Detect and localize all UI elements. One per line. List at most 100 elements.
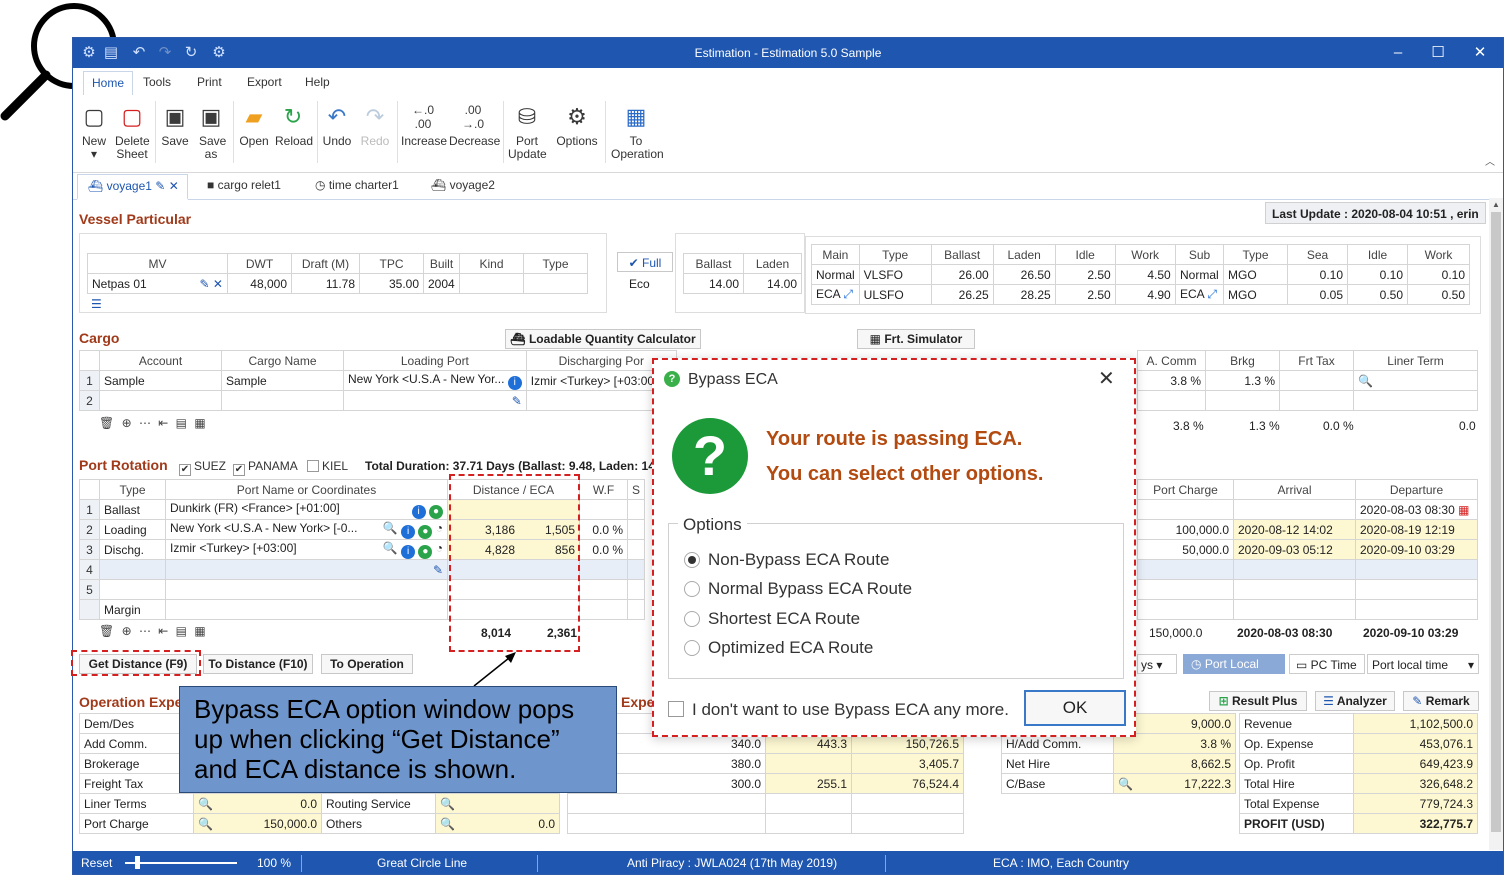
ship-icon: ⛴ xyxy=(88,179,104,193)
anti-piracy-status[interactable]: Anti Piracy : JWLA024 (17th May 2019) xyxy=(627,856,837,870)
result-table: Revenue 1,102,500.0 Op. Expense 453,076.1 … xyxy=(1239,713,1478,834)
speed-unit-select[interactable]: ys ▾ xyxy=(1137,654,1177,674)
frt-simulator-button[interactable]: ▦ Frt. Simulator xyxy=(857,329,975,349)
option-normal-bypass-radio[interactable]: Normal Bypass ECA Route xyxy=(684,579,912,599)
close-tab-icon[interactable]: ✕ xyxy=(169,179,179,193)
open-button[interactable]: ▰ Open xyxy=(237,101,271,148)
ship-icon: ⛴ xyxy=(431,178,447,192)
route-type[interactable]: Great Circle Line xyxy=(377,856,467,870)
zoom-slider-thumb[interactable] xyxy=(135,856,140,869)
to-operation-small-button[interactable]: To Operation xyxy=(321,654,413,674)
info-icon[interactable]: i xyxy=(507,375,522,390)
edit-icon: ✎ xyxy=(155,179,166,193)
suez-checkbox[interactable]: ✔ SUEZ xyxy=(179,459,226,476)
to-operation-button[interactable]: ▦ To Operation xyxy=(609,101,664,161)
result-plus-button[interactable]: ⊞ Result Plus xyxy=(1209,691,1307,711)
vessel-particular-title: Vessel Particular xyxy=(79,211,192,227)
menu-tools[interactable]: Tools xyxy=(143,75,171,89)
vessel-list-icon[interactable]: ☰ xyxy=(91,297,102,311)
option-non-bypass-radio[interactable]: Non-Bypass ECA Route xyxy=(684,550,889,570)
cargo-table: Account Cargo Name Loading Port Discharging… xyxy=(79,350,677,411)
kiel-checkbox[interactable]: KIEL xyxy=(307,459,348,473)
save-button[interactable]: ▣ Save xyxy=(159,101,191,148)
operation-expense-title: Operation Expe xyxy=(79,694,183,710)
cargo-row[interactable]: 2 ✎ xyxy=(79,390,677,411)
increase-decimal-button[interactable]: ←.0.00 Increase xyxy=(401,101,447,148)
tab-voyage1[interactable]: ⛴ voyage1 ✎ ✕ xyxy=(77,174,188,200)
tab-time-charter1[interactable]: ◷ time charter1 xyxy=(315,178,399,192)
vertical-scrollbar[interactable]: ▲ xyxy=(1489,198,1503,850)
redo-button[interactable]: ↷ Redo xyxy=(359,101,391,148)
help-icon: ? xyxy=(664,371,680,387)
undo-icon: ↶ xyxy=(327,104,347,129)
panama-checkbox[interactable]: ✔ PANAMA xyxy=(233,459,298,476)
cargo-icon: ■ xyxy=(207,178,215,192)
calendar-icon: ▦ xyxy=(1458,502,1470,517)
cargo-row[interactable]: 1 Sample Sample New York <U.S.A - New Yor..… xyxy=(79,370,677,391)
ok-button[interactable]: OK xyxy=(1024,690,1126,726)
options-button[interactable]: ⚙ Options xyxy=(555,101,599,148)
cargo-grid-toolbar[interactable]: 🗑 ⊕ ⋯ ⇤ ▤ ▦ xyxy=(99,416,208,430)
vessel-row[interactable]: Netpas 01 ✎ ✕ 48,000 11.78 35.00 2004 xyxy=(87,273,588,294)
dialog-close-icon[interactable]: ✕ xyxy=(1098,366,1115,391)
search-icon[interactable]: 🔍 xyxy=(1353,370,1478,391)
info-icon: i xyxy=(401,524,416,539)
option-optimized-radio[interactable]: Optimized ECA Route xyxy=(684,638,873,658)
menu-export[interactable]: Export xyxy=(247,75,282,89)
map-pin-icon: ● xyxy=(418,524,433,539)
sub-engine-table: Sub Type Sea Idle Work Normal MGO 0.10 0.10 0.10… xyxy=(1175,244,1470,305)
eco-label[interactable]: Eco xyxy=(629,277,650,291)
close-button[interactable]: ✕ xyxy=(1465,42,1495,64)
col-mv: MV xyxy=(87,253,228,274)
to-distance-button[interactable]: To Distance (F10) xyxy=(203,654,313,674)
option-shortest-radio[interactable]: Shortest ECA Route xyxy=(684,609,860,629)
port-right-table: Port Charge Arrival Departure 2020-08-03 0… xyxy=(1137,479,1478,620)
zoom-slider[interactable] xyxy=(125,862,237,864)
port-update-button[interactable]: ⛁ Port Update xyxy=(507,101,547,161)
get-distance-highlight xyxy=(71,650,201,676)
cargo-title: Cargo xyxy=(79,330,120,346)
save-as-icon: ▣ xyxy=(200,104,222,129)
analyzer-button[interactable]: ☰ Analyzer xyxy=(1315,691,1395,711)
distance-eca-highlight xyxy=(449,474,580,652)
minimize-button[interactable]: – xyxy=(1383,42,1413,64)
loadable-quantity-calculator-button[interactable]: ⛴ Loadable Quantity Calculator xyxy=(505,329,701,349)
delete-sheet-button[interactable]: ▢ Delete Sheet xyxy=(113,101,151,161)
last-update-label: Last Update : 2020-08-04 10:51 , erin xyxy=(1265,202,1486,224)
save-as-button[interactable]: ▣ Save as xyxy=(195,101,227,161)
reset-zoom-button[interactable]: Reset xyxy=(81,856,112,870)
port-update-icon: ⛁ xyxy=(517,104,537,129)
new-button[interactable]: ▢ New ▾ xyxy=(79,101,109,161)
tab-cargo-relet1[interactable]: ■ cargo relet1 xyxy=(207,178,281,192)
status-bar: Reset 100 % Great Circle Line Anti Pirac… xyxy=(73,851,1503,874)
calculator-icon: ▦ xyxy=(869,332,881,346)
port-grid-toolbar[interactable]: 🗑 ⊕ ⋯ ⇤ ▤ ▦ xyxy=(99,624,208,638)
expense-title-2: Expe xyxy=(621,694,655,710)
ribbon: ▢ New ▾ ▢ Delete Sheet ▣ Save ▣ Save as ▰ Open… xyxy=(73,95,1503,173)
collapse-ribbon-icon[interactable]: ︿ xyxy=(1485,153,1495,168)
save-icon: ▣ xyxy=(164,104,186,129)
menu-home[interactable]: Home xyxy=(83,71,134,95)
maximize-button[interactable]: ☐ xyxy=(1423,42,1453,64)
tab-voyage2[interactable]: ⛴ voyage2 xyxy=(431,178,495,192)
port-local-toggle[interactable]: ◷ Port Local xyxy=(1183,654,1285,674)
remark-button[interactable]: ✎ Remark xyxy=(1403,691,1479,711)
gear-icon: ⚙ xyxy=(567,104,587,129)
eca-status[interactable]: ECA : IMO, Each Country xyxy=(993,856,1129,870)
decrease-decimal-button[interactable]: .00 →.0 Decrease xyxy=(449,101,500,148)
menu-print[interactable]: Print xyxy=(197,75,222,89)
info-icon: i xyxy=(411,504,426,519)
cargo-total-acomm: 3.8 % xyxy=(1173,419,1204,433)
reload-button[interactable]: ↻ Reload xyxy=(275,101,313,148)
annotation-callout: Bypass ECA option window pops up when cl… xyxy=(179,686,617,793)
map-pin-icon: ● xyxy=(429,504,443,519)
menu-help[interactable]: Help xyxy=(305,75,330,89)
redo-icon: ↷ xyxy=(365,104,385,129)
time-zone-select[interactable]: Port local time ▾ xyxy=(1367,654,1479,674)
undo-button[interactable]: ↶ Undo xyxy=(321,101,353,148)
full-toggle[interactable]: ✔ Full xyxy=(617,252,673,272)
dont-show-checkbox[interactable]: I don't want to use Bypass ECA any more. xyxy=(668,700,1009,720)
pc-time-toggle[interactable]: ▭ PC Time xyxy=(1289,654,1365,674)
cargo-total-frttax: 0.0 % xyxy=(1323,419,1354,433)
total-departure: 2020-09-10 03:29 xyxy=(1363,626,1459,640)
